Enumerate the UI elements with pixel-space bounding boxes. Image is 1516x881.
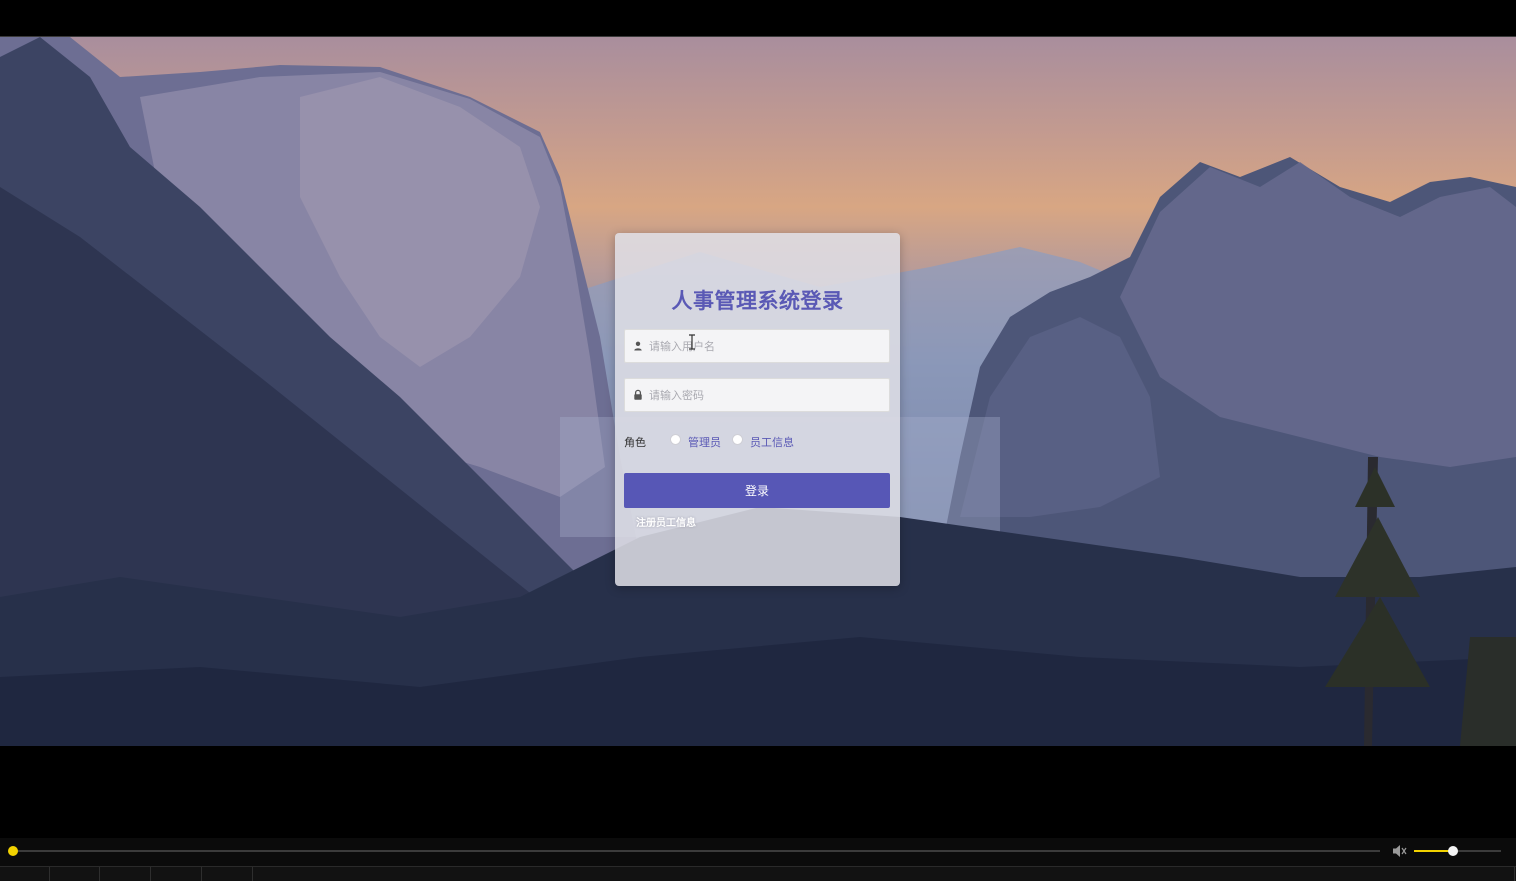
role-label: 角色: [624, 436, 646, 449]
role-radio-admin[interactable]: [670, 434, 681, 445]
text-cursor-icon: [689, 334, 695, 350]
role-option-admin-label[interactable]: 管理员: [688, 434, 721, 450]
taskbar-slot[interactable]: [101, 867, 151, 881]
taskbar-slot[interactable]: [152, 867, 202, 881]
login-button[interactable]: 登录: [624, 473, 890, 508]
speaker-icon[interactable]: [1391, 843, 1408, 859]
username-input[interactable]: [649, 330, 885, 362]
taskbar-slot[interactable]: [50, 867, 100, 881]
role-radio-employee[interactable]: [732, 434, 743, 445]
password-input[interactable]: [649, 379, 885, 411]
seek-handle[interactable]: [8, 846, 18, 856]
lock-icon: [634, 389, 642, 400]
user-icon: [634, 341, 642, 351]
taskbar-slot[interactable]: [203, 867, 253, 881]
role-selector: 角色 管理员 员工信息: [624, 433, 890, 449]
volume-handle[interactable]: [1448, 846, 1459, 856]
username-field[interactable]: [624, 329, 890, 363]
login-card: 人事管理系统登录 角色 管理员 员工信息 登录 注册员工信息: [615, 233, 900, 586]
password-field[interactable]: [624, 378, 890, 412]
taskbar-slot[interactable]: [0, 867, 50, 881]
register-link[interactable]: 注册员工信息: [636, 514, 696, 529]
taskbar: [0, 866, 1516, 881]
role-option-employee-label[interactable]: 员工信息: [750, 434, 794, 450]
login-title: 人事管理系统登录: [671, 289, 844, 313]
taskbar-slot[interactable]: [1465, 867, 1515, 881]
seek-bar[interactable]: [13, 850, 1380, 852]
